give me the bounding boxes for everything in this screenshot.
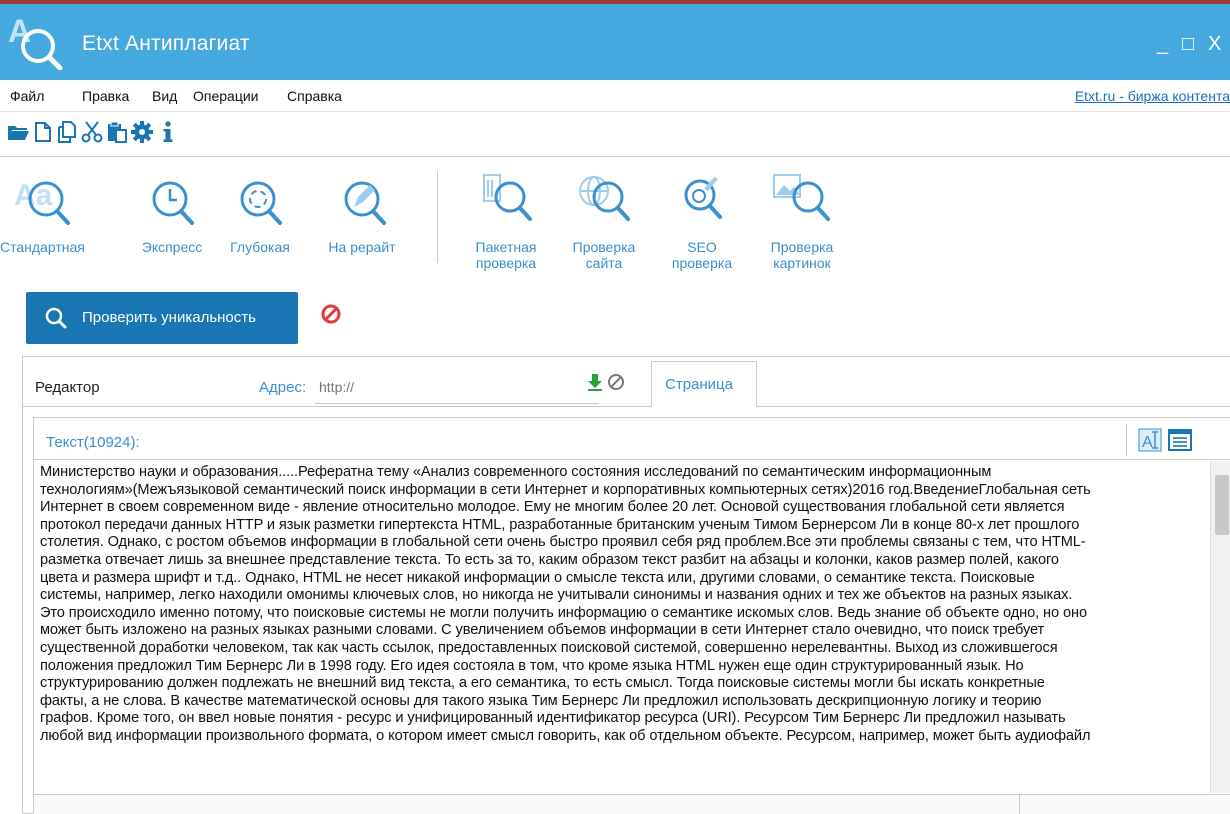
image-check-label-2: картинок — [773, 255, 831, 271]
address-input[interactable] — [315, 370, 599, 404]
check-type-ribbon: Aa Стандартная Экспресс Глубокая На рера… — [0, 156, 1230, 276]
title-bar[interactable]: A Etxt Антиплагиат _ □ X — [0, 4, 1230, 80]
close-button[interactable]: X — [1208, 34, 1221, 54]
express-check-button[interactable]: Экспресс — [132, 171, 212, 255]
rewrite-check-label: На рерайт — [328, 239, 396, 255]
site-check-icon — [579, 176, 630, 221]
open-folder-icon[interactable] — [6, 120, 30, 144]
text-line: технологиям»(Межъязыковой семантический … — [40, 481, 1091, 498]
site-check-label-2: сайта — [585, 255, 623, 271]
ribbon-separator — [437, 171, 438, 263]
list-view-icon[interactable] — [1168, 429, 1192, 451]
window-title: Etxt Антиплагиат — [82, 32, 250, 55]
text-line: столетия. Однако, с ростом объемов инфор… — [40, 534, 1086, 551]
menu-bar: Файл Правка Вид Операции Справка Etxt.ru… — [0, 80, 1230, 112]
express-check-label: Экспресс — [141, 239, 203, 255]
image-check-label-1: Проверка — [770, 239, 834, 255]
text-line: положения предложил Тим Бернерс Ли в 199… — [40, 657, 1024, 674]
svg-text:A: A — [1142, 434, 1153, 451]
new-document-icon[interactable] — [31, 120, 55, 144]
image-check-icon — [773, 174, 830, 221]
batch-check-label-2: проверка — [475, 255, 537, 271]
text-content[interactable]: Министерство науки и образования.....Реф… — [34, 461, 1206, 793]
text-line: любой вид информации произвольного форма… — [40, 727, 1091, 744]
batch-check-label-1: Пакетная — [475, 239, 537, 255]
clear-address-icon[interactable] — [607, 373, 625, 391]
seo-check-label-2: проверка — [671, 255, 733, 271]
tab-editor[interactable]: Редактор — [35, 379, 100, 396]
info-icon[interactable] — [156, 120, 180, 144]
text-header: Текст(10924): A — [34, 418, 1230, 460]
text-line: может быть изложено на разных языках раз… — [40, 622, 1045, 639]
menu-edit[interactable]: Правка — [82, 88, 129, 104]
check-uniqueness-label: Проверить уникальность — [82, 309, 256, 326]
scrollbar-thumb[interactable] — [1215, 475, 1229, 535]
copy-document-icon[interactable] — [55, 120, 79, 144]
text-line: Министерство науки и образования.....Реф… — [40, 464, 992, 480]
settings-gear-icon[interactable] — [130, 120, 154, 144]
menu-view[interactable]: Вид — [152, 88, 177, 104]
address-label: Адрес: — [259, 379, 307, 396]
editor-tab-row: Редактор Адрес: Страница — [23, 357, 1230, 407]
text-line: протокол передачи данных HTTP и язык раз… — [40, 516, 1080, 533]
text-editor-area: Текст(10924): A Министерство науки и обр… — [33, 417, 1230, 814]
maximize-button[interactable]: □ — [1182, 34, 1194, 54]
search-icon — [45, 307, 67, 329]
rewrite-check-icon — [344, 181, 386, 225]
toolbar — [0, 114, 1230, 154]
menu-operations[interactable]: Операции — [193, 88, 259, 104]
text-line: факты, а не слова. В качестве математиче… — [40, 692, 1042, 709]
editor-panel: Редактор Адрес: Страница Текст(10924): A — [22, 356, 1230, 814]
site-check-button[interactable]: Проверка сайта — [566, 171, 642, 271]
app-logo-icon: A — [8, 13, 63, 70]
text-line: разметка отвечает лишь за внешнее предст… — [40, 551, 1059, 568]
deep-check-label: Глубокая — [230, 239, 290, 255]
minimize-button[interactable]: _ — [1157, 34, 1168, 54]
batch-check-button[interactable]: Пакетная проверка — [468, 171, 544, 271]
text-line: графов. Кроме того, он ввел новые поняти… — [40, 710, 1066, 727]
app-window: A Etxt Антиплагиат _ □ X Файл Правка Вид… — [0, 0, 1230, 814]
text-line: системы, например, легко находили омоним… — [40, 587, 1073, 604]
seo-check-icon — [684, 177, 722, 219]
text-line: Интернет в своем современном виде - явле… — [40, 499, 1065, 516]
batch-check-icon — [483, 174, 532, 221]
tab-page[interactable]: Страница — [651, 361, 757, 407]
paste-icon[interactable] — [105, 120, 129, 144]
text-line: существенной доработки человеком, так ка… — [40, 639, 1058, 656]
svg-text:A: A — [8, 13, 31, 49]
text-line: структурированию должен подлежать не вне… — [40, 675, 1045, 692]
image-check-button[interactable]: Проверка картинок — [764, 171, 840, 271]
check-uniqueness-button[interactable]: Проверить уникальность — [26, 292, 298, 344]
standard-check-label: Стандартная — [0, 239, 85, 255]
text-character-count: Текст(10924): — [46, 434, 140, 451]
menu-file[interactable]: Файл — [10, 88, 44, 104]
standard-check-icon: Aa — [14, 179, 70, 225]
standard-check-button[interactable]: Aa Стандартная — [0, 171, 85, 255]
etxt-site-link[interactable]: Etxt.ru - биржа контента — [1075, 88, 1230, 104]
header-divider — [1126, 424, 1127, 456]
cut-icon[interactable] — [80, 120, 104, 144]
bottom-bar-divider — [1019, 795, 1020, 814]
seo-check-label-1: SEO — [687, 239, 717, 255]
express-check-icon — [152, 181, 194, 225]
text-format-icon[interactable]: A — [1138, 428, 1162, 452]
deep-check-button[interactable]: Глубокая — [220, 171, 300, 255]
text-line: цвета и размера шрифт и т.д.. Однако, HT… — [40, 569, 1035, 586]
rewrite-check-button[interactable]: На рерайт — [322, 171, 402, 255]
text-line: Это происходило именно потому, что поиск… — [40, 604, 1087, 621]
deep-check-icon — [240, 181, 282, 225]
cancel-check-icon[interactable] — [320, 303, 342, 325]
editor-bottom-bar — [34, 794, 1230, 814]
vertical-scrollbar[interactable] — [1210, 461, 1230, 793]
menu-help[interactable]: Справка — [287, 88, 342, 104]
site-check-label-1: Проверка — [572, 239, 636, 255]
seo-check-button[interactable]: SEO проверка — [664, 171, 740, 271]
download-icon[interactable] — [586, 373, 604, 391]
